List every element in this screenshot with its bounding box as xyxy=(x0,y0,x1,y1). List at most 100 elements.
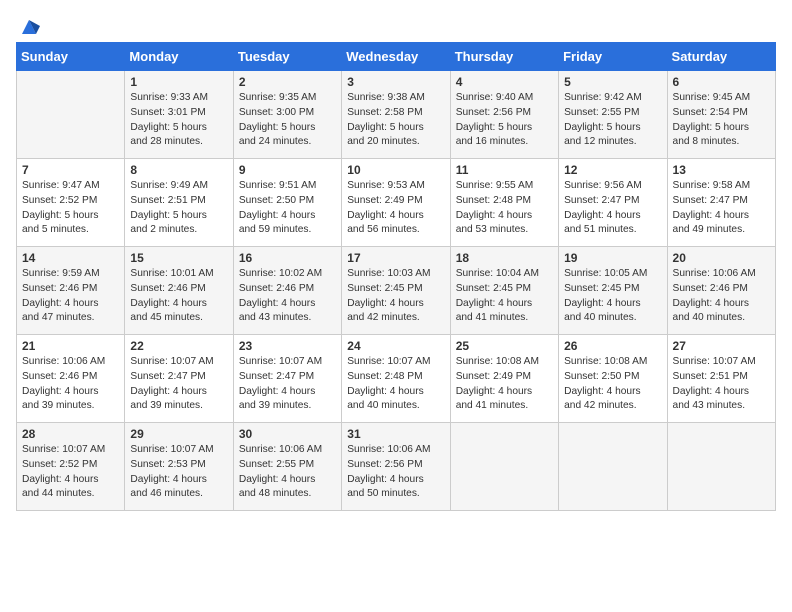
day-info: Sunrise: 9:56 AMSunset: 2:47 PMDaylight:… xyxy=(564,179,661,238)
day-number: 29 xyxy=(130,427,227,441)
day-number: 9 xyxy=(239,163,336,177)
logo-icon xyxy=(18,16,40,38)
day-info: Sunrise: 10:01 AMSunset: 2:46 PMDaylight… xyxy=(130,267,227,326)
day-info: Sunrise: 10:07 AMSunset: 2:52 PMDaylight… xyxy=(22,443,119,502)
day-number: 7 xyxy=(22,163,119,177)
day-info: Sunrise: 9:42 AMSunset: 2:55 PMDaylight:… xyxy=(564,91,661,150)
day-number: 18 xyxy=(456,251,553,265)
calendar-cell: 10 Sunrise: 9:53 AMSunset: 2:49 PMDayligh… xyxy=(342,159,450,247)
column-header-saturday: Saturday xyxy=(667,43,775,71)
day-info: Sunrise: 9:47 AMSunset: 2:52 PMDaylight:… xyxy=(22,179,119,238)
day-info: Sunrise: 9:40 AMSunset: 2:56 PMDaylight:… xyxy=(456,91,553,150)
day-number: 16 xyxy=(239,251,336,265)
day-info: Sunrise: 10:06 AMSunset: 2:56 PMDaylight… xyxy=(347,443,444,502)
day-info: Sunrise: 9:53 AMSunset: 2:49 PMDaylight:… xyxy=(347,179,444,238)
calendar-cell: 31 Sunrise: 10:06 AMSunset: 2:56 PMDaylig… xyxy=(342,423,450,511)
week-row-2: 7 Sunrise: 9:47 AMSunset: 2:52 PMDaylight… xyxy=(17,159,776,247)
day-info: Sunrise: 10:02 AMSunset: 2:46 PMDaylight… xyxy=(239,267,336,326)
calendar-cell: 24 Sunrise: 10:07 AMSunset: 2:48 PMDaylig… xyxy=(342,335,450,423)
calendar-cell xyxy=(559,423,667,511)
day-info: Sunrise: 9:33 AMSunset: 3:01 PMDaylight:… xyxy=(130,91,227,150)
calendar-cell: 30 Sunrise: 10:06 AMSunset: 2:55 PMDaylig… xyxy=(233,423,341,511)
day-number: 2 xyxy=(239,75,336,89)
day-info: Sunrise: 10:05 AMSunset: 2:45 PMDaylight… xyxy=(564,267,661,326)
calendar-cell: 15 Sunrise: 10:01 AMSunset: 2:46 PMDaylig… xyxy=(125,247,233,335)
day-number: 11 xyxy=(456,163,553,177)
day-info: Sunrise: 10:08 AMSunset: 2:50 PMDaylight… xyxy=(564,355,661,414)
day-info: Sunrise: 10:08 AMSunset: 2:49 PMDaylight… xyxy=(456,355,553,414)
logo xyxy=(16,16,40,34)
day-number: 30 xyxy=(239,427,336,441)
day-info: Sunrise: 10:07 AMSunset: 2:48 PMDaylight… xyxy=(347,355,444,414)
day-info: Sunrise: 9:45 AMSunset: 2:54 PMDaylight:… xyxy=(673,91,770,150)
day-number: 27 xyxy=(673,339,770,353)
calendar-cell: 27Sunrise: 10:07 AMSunset: 2:51 PMDaylig… xyxy=(667,335,775,423)
day-number: 22 xyxy=(130,339,227,353)
day-number: 28 xyxy=(22,427,119,441)
day-number: 5 xyxy=(564,75,661,89)
calendar-cell: 21 Sunrise: 10:06 AMSunset: 2:46 PMDaylig… xyxy=(17,335,125,423)
calendar-cell: 12 Sunrise: 9:56 AMSunset: 2:47 PMDayligh… xyxy=(559,159,667,247)
day-number: 24 xyxy=(347,339,444,353)
day-number: 10 xyxy=(347,163,444,177)
calendar-table: SundayMondayTuesdayWednesdayThursdayFrid… xyxy=(16,42,776,511)
calendar-cell: 28 Sunrise: 10:07 AMSunset: 2:52 PMDaylig… xyxy=(17,423,125,511)
page-header xyxy=(16,16,776,34)
calendar-cell xyxy=(17,71,125,159)
calendar-cell: 3Sunrise: 9:38 AMSunset: 2:58 PMDaylight… xyxy=(342,71,450,159)
day-number: 31 xyxy=(347,427,444,441)
calendar-cell xyxy=(667,423,775,511)
day-number: 1 xyxy=(130,75,227,89)
day-info: Sunrise: 9:59 AMSunset: 2:46 PMDaylight:… xyxy=(22,267,119,326)
calendar-cell: 1 Sunrise: 9:33 AMSunset: 3:01 PMDaylight… xyxy=(125,71,233,159)
calendar-cell: 20 Sunrise: 10:06 AMSunset: 2:46 PMDaylig… xyxy=(667,247,775,335)
calendar-cell: 11 Sunrise: 9:55 AMSunset: 2:48 PMDayligh… xyxy=(450,159,558,247)
column-header-wednesday: Wednesday xyxy=(342,43,450,71)
day-number: 21 xyxy=(22,339,119,353)
day-number: 25 xyxy=(456,339,553,353)
calendar-cell: 2 Sunrise: 9:35 AMSunset: 3:00 PMDaylight… xyxy=(233,71,341,159)
day-info: Sunrise: 9:55 AMSunset: 2:48 PMDaylight:… xyxy=(456,179,553,238)
day-info: Sunrise: 10:07 AMSunset: 2:53 PMDaylight… xyxy=(130,443,227,502)
column-header-thursday: Thursday xyxy=(450,43,558,71)
calendar-header-row: SundayMondayTuesdayWednesdayThursdayFrid… xyxy=(17,43,776,71)
day-info: Sunrise: 9:49 AMSunset: 2:51 PMDaylight:… xyxy=(130,179,227,238)
column-header-tuesday: Tuesday xyxy=(233,43,341,71)
day-number: 12 xyxy=(564,163,661,177)
day-number: 14 xyxy=(22,251,119,265)
day-number: 20 xyxy=(673,251,770,265)
calendar-cell: 16 Sunrise: 10:02 AMSunset: 2:46 PMDaylig… xyxy=(233,247,341,335)
day-info: Sunrise: 10:06 AMSunset: 2:46 PMDaylight… xyxy=(22,355,119,414)
week-row-1: 1 Sunrise: 9:33 AMSunset: 3:01 PMDaylight… xyxy=(17,71,776,159)
calendar-cell: 29 Sunrise: 10:07 AMSunset: 2:53 PMDaylig… xyxy=(125,423,233,511)
day-info: Sunrise: 10:07 AMSunset: 2:47 PMDaylight… xyxy=(130,355,227,414)
calendar-cell: 18Sunrise: 10:04 AMSunset: 2:45 PMDaylig… xyxy=(450,247,558,335)
column-header-sunday: Sunday xyxy=(17,43,125,71)
week-row-3: 14 Sunrise: 9:59 AMSunset: 2:46 PMDayligh… xyxy=(17,247,776,335)
calendar-cell: 13Sunrise: 9:58 AMSunset: 2:47 PMDayligh… xyxy=(667,159,775,247)
calendar-cell: 8Sunrise: 9:49 AMSunset: 2:51 PMDaylight… xyxy=(125,159,233,247)
day-info: Sunrise: 10:06 AMSunset: 2:46 PMDaylight… xyxy=(673,267,770,326)
day-number: 19 xyxy=(564,251,661,265)
day-info: Sunrise: 9:58 AMSunset: 2:47 PMDaylight:… xyxy=(673,179,770,238)
day-number: 17 xyxy=(347,251,444,265)
column-header-monday: Monday xyxy=(125,43,233,71)
day-info: Sunrise: 10:07 AMSunset: 2:47 PMDaylight… xyxy=(239,355,336,414)
day-info: Sunrise: 10:06 AMSunset: 2:55 PMDaylight… xyxy=(239,443,336,502)
day-number: 15 xyxy=(130,251,227,265)
week-row-4: 21 Sunrise: 10:06 AMSunset: 2:46 PMDaylig… xyxy=(17,335,776,423)
calendar-cell: 19 Sunrise: 10:05 AMSunset: 2:45 PMDaylig… xyxy=(559,247,667,335)
day-number: 4 xyxy=(456,75,553,89)
calendar-cell: 7 Sunrise: 9:47 AMSunset: 2:52 PMDaylight… xyxy=(17,159,125,247)
calendar-cell: 6 Sunrise: 9:45 AMSunset: 2:54 PMDaylight… xyxy=(667,71,775,159)
day-number: 6 xyxy=(673,75,770,89)
calendar-cell: 14 Sunrise: 9:59 AMSunset: 2:46 PMDayligh… xyxy=(17,247,125,335)
calendar-cell: 4 Sunrise: 9:40 AMSunset: 2:56 PMDaylight… xyxy=(450,71,558,159)
day-info: Sunrise: 9:35 AMSunset: 3:00 PMDaylight:… xyxy=(239,91,336,150)
calendar-cell: 25 Sunrise: 10:08 AMSunset: 2:49 PMDaylig… xyxy=(450,335,558,423)
week-row-5: 28 Sunrise: 10:07 AMSunset: 2:52 PMDaylig… xyxy=(17,423,776,511)
calendar-cell: 5 Sunrise: 9:42 AMSunset: 2:55 PMDaylight… xyxy=(559,71,667,159)
day-info: Sunrise: 9:51 AMSunset: 2:50 PMDaylight:… xyxy=(239,179,336,238)
calendar-cell: 22 Sunrise: 10:07 AMSunset: 2:47 PMDaylig… xyxy=(125,335,233,423)
day-number: 26 xyxy=(564,339,661,353)
